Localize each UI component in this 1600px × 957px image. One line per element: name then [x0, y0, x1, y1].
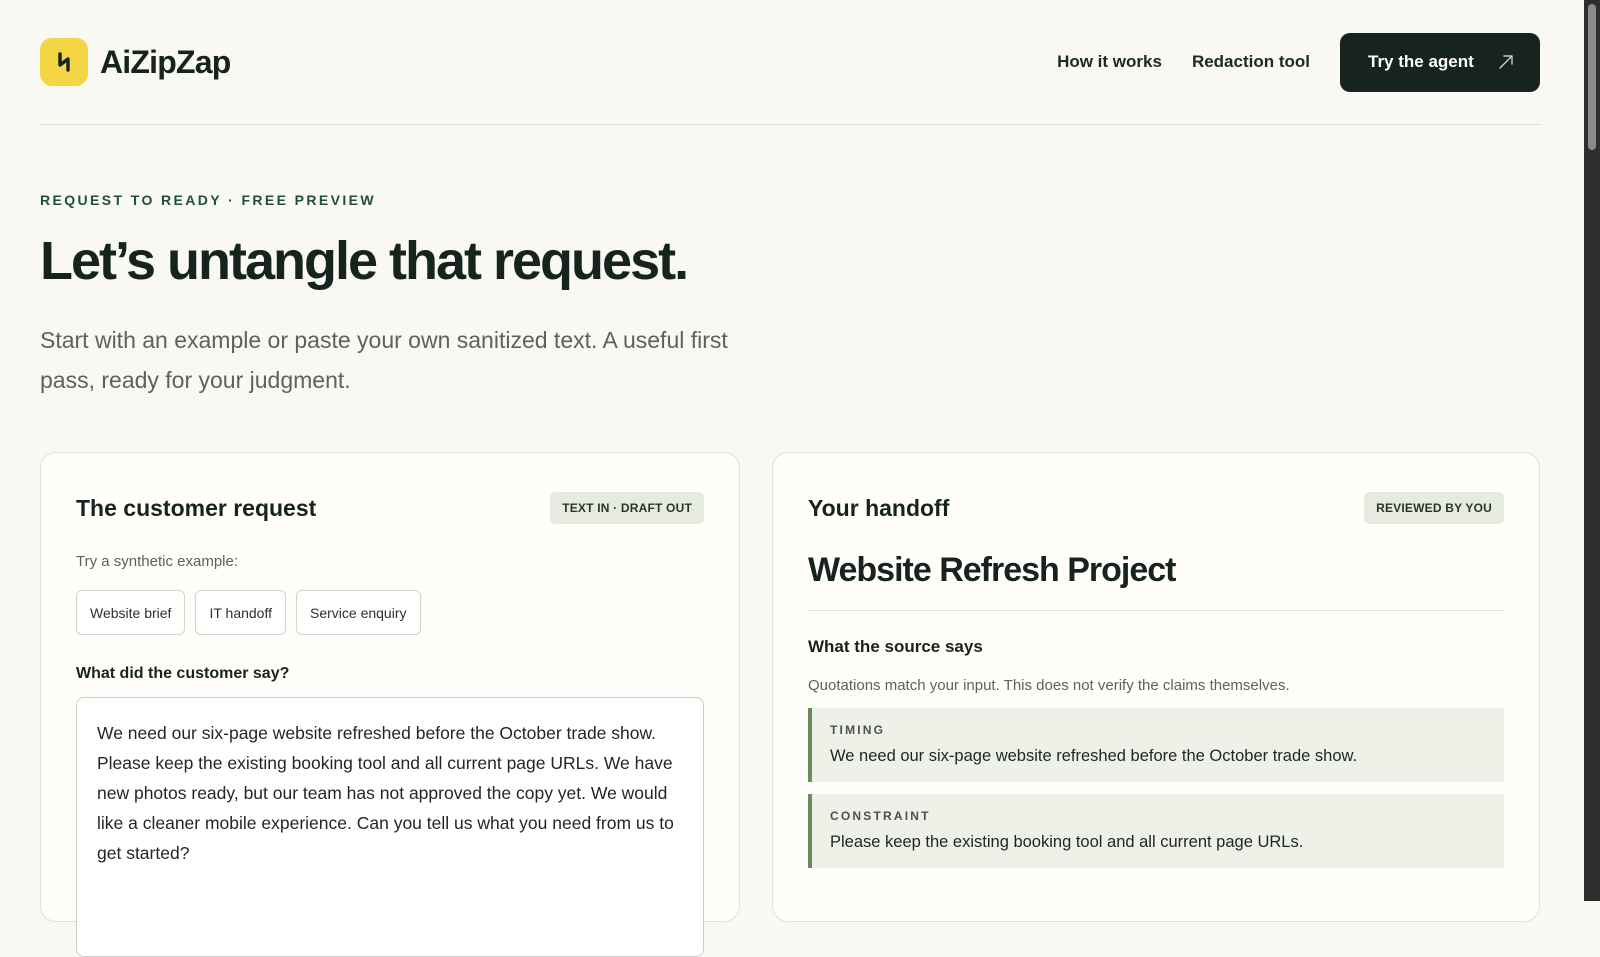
brand[interactable]: AiZipZap — [40, 38, 231, 86]
main-nav: How it works Redaction tool Try the agen… — [1057, 32, 1540, 92]
customer-request-card: The customer request TEXT IN · DRAFT OUT… — [40, 452, 740, 957]
quote-text: Please keep the existing booking tool an… — [830, 833, 1304, 851]
hero-title: Let’s untangle that request. — [40, 231, 689, 291]
example-it-handoff-button[interactable]: IT handoff — [195, 590, 286, 635]
quote-timing: TIMING We need our six-page website refr… — [808, 708, 1504, 782]
try-agent-button[interactable]: Try the agent — [1340, 32, 1540, 92]
zigzag-logo-icon — [40, 38, 88, 86]
example-chips: Website brief IT handoff Service enquiry — [76, 590, 704, 635]
hero-eyebrow: REQUEST TO READY · FREE PREVIEW — [40, 192, 377, 208]
page-scrollbar[interactable] — [1584, 0, 1600, 901]
page: AiZipZap How it works Redaction tool Try… — [40, 0, 1540, 957]
example-website-brief-button[interactable]: Website brief — [76, 590, 186, 635]
scrollbar-thumb[interactable] — [1588, 4, 1596, 150]
handoff-card-title: Your handoff — [808, 494, 950, 521]
source-section-title: What the source says — [808, 637, 983, 656]
quote-constraint: CONSTRAINT Please keep the existing book… — [808, 794, 1504, 868]
handoff-card-badge: REVIEWED BY YOU — [1364, 492, 1504, 524]
customer-request-textarea[interactable]: We need our six-page website refreshed b… — [76, 697, 704, 957]
nav-link-how-it-works[interactable]: How it works — [1057, 52, 1162, 72]
source-section-note: Quotations match your input. This does n… — [808, 677, 1290, 694]
example-service-enquiry-button[interactable]: Service enquiry — [296, 590, 421, 635]
hero-subtitle: Start with an example or paste your own … — [40, 327, 728, 393]
quote-text: We need our six-page website refreshed b… — [830, 747, 1358, 765]
examples-hint: Try a synthetic example: — [76, 553, 239, 570]
try-agent-label: Try the agent — [1368, 52, 1474, 71]
brand-name: AiZipZap — [100, 43, 231, 80]
arrow-up-right-icon — [1499, 55, 1513, 69]
site-header: AiZipZap How it works Redaction tool Try… — [40, 0, 1540, 125]
quote-label: TIMING — [830, 723, 886, 737]
request-card-title: The customer request — [76, 494, 317, 521]
request-card-badge: TEXT IN · DRAFT OUT — [550, 492, 704, 524]
request-card-header: The customer request TEXT IN · DRAFT OUT — [76, 492, 704, 524]
handoff-doc-title: Website Refresh Project — [808, 551, 1504, 611]
nav-link-redaction-tool[interactable]: Redaction tool — [1192, 52, 1310, 72]
handoff-card-header: Your handoff REVIEWED BY YOU — [808, 492, 1504, 524]
customer-input-label: What did the customer say? — [76, 665, 290, 682]
quote-label: CONSTRAINT — [830, 809, 931, 823]
handoff-card: Your handoff REVIEWED BY YOU Website Ref… — [772, 452, 1540, 922]
